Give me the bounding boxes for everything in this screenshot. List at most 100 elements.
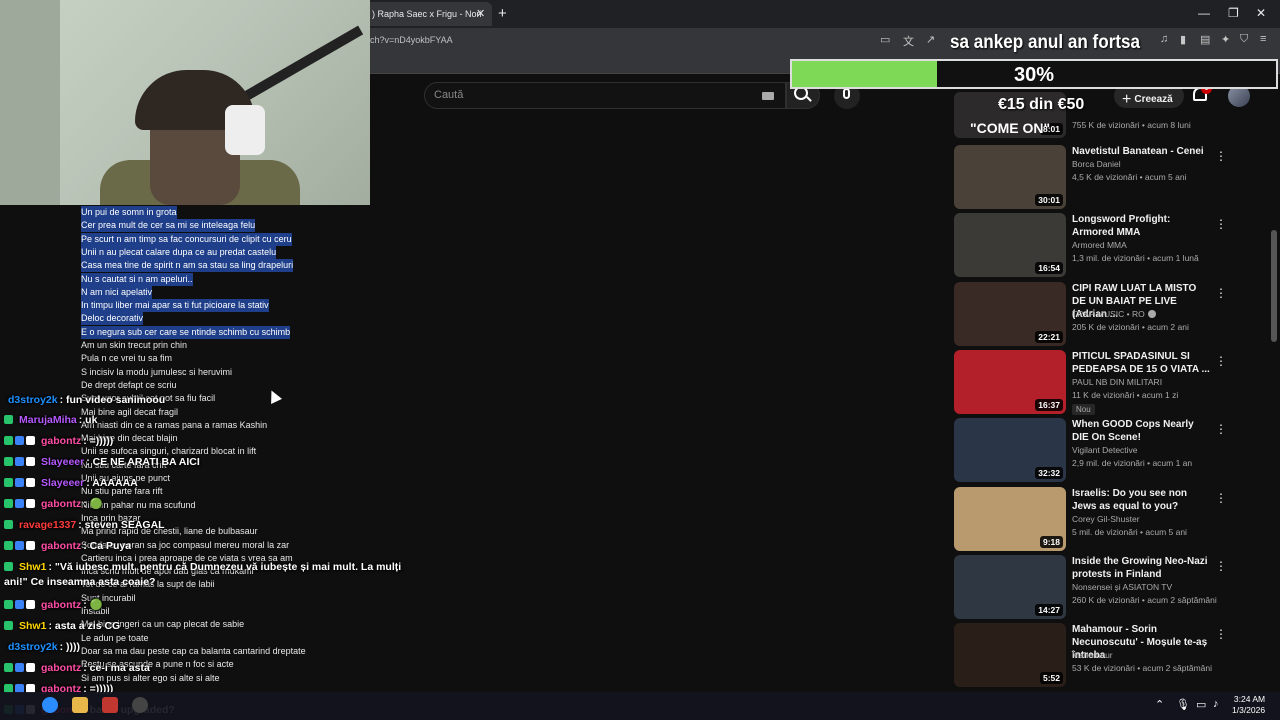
more-options-icon[interactable]: ⋮	[1215, 559, 1227, 573]
video-thumbnail[interactable]: 30:01	[954, 145, 1066, 209]
chrome-icon[interactable]	[42, 697, 58, 713]
chat-username: Slayeeer	[41, 477, 85, 489]
related-video[interactable]: 14:27 Inside the Growing Neo-Nazi protest…	[954, 554, 1270, 619]
video-title[interactable]: Longsword Profight: Armored MMA	[1072, 213, 1210, 239]
video-title[interactable]: Israelis: Do you see non Jews as equal t…	[1072, 487, 1210, 513]
video-title[interactable]: PITICUL SPADASINUL SI PEDEAPSA DE 15 O V…	[1072, 350, 1210, 376]
restore-button[interactable]: ❐	[1228, 6, 1239, 20]
copilot-icon[interactable]: ✦	[1221, 33, 1230, 46]
related-video[interactable]: 5:52 Mahamour - Sorin Necunoscutu' - Moșu…	[954, 623, 1270, 688]
video-thumbnail[interactable]: 16:54	[954, 213, 1066, 278]
related-video[interactable]: 16:54 Longsword Profight: Armored MMA Armo…	[954, 213, 1270, 278]
volume-icon[interactable]: ♪	[1213, 698, 1219, 710]
share-icon[interactable]: ↗	[926, 33, 935, 46]
chat-badges	[4, 518, 15, 532]
chat-username: Slayeeer	[41, 456, 85, 468]
video-duration: 5:52	[1039, 672, 1063, 685]
related-video[interactable]: 16:37 PITICUL SPADASINUL SI PEDEAPSA DE 1…	[954, 349, 1270, 415]
mic-tray-icon[interactable]: 🎙	[1176, 698, 1190, 711]
wallet-icon[interactable]: ▤	[1200, 33, 1210, 46]
more-options-icon[interactable]: ⋮	[1215, 491, 1227, 505]
keyboard-icon[interactable]	[762, 92, 774, 100]
settings-icon[interactable]	[132, 697, 148, 713]
chat-text: : ce-i ma asta	[83, 662, 150, 674]
chat-badges	[4, 497, 37, 511]
video-duration: 32:32	[1035, 467, 1063, 480]
new-tab-button[interactable]: +	[498, 5, 507, 22]
menu-icon[interactable]: ≡	[1260, 33, 1266, 45]
chat-text: : AAAAAA	[86, 477, 138, 489]
tab-close-icon[interactable]: ✕	[476, 7, 485, 20]
chat-username: Shw1	[19, 620, 47, 632]
chat-badge-icon	[4, 478, 13, 487]
related-video[interactable]: 22:21 CIPI RAW LUAT LA MISTO DE UN BAIAT …	[954, 281, 1270, 346]
chat-text: : Ca Puya	[83, 540, 132, 552]
video-channel[interactable]: Vigilant Detective	[1072, 445, 1138, 455]
video-channel[interactable]: TRAP MUSIC • RO	[1072, 309, 1156, 319]
video-thumbnail[interactable]: 5:52	[954, 623, 1066, 688]
chat-badge-icon	[4, 499, 13, 508]
video-thumbnail[interactable]: 16:37	[954, 349, 1066, 414]
chat-message: gabontz: Ca Puya	[4, 539, 131, 553]
video-channel[interactable]: Armored MMA	[1072, 240, 1127, 250]
chat-badges	[4, 598, 37, 612]
video-title[interactable]: Navetistul Banatean - Cenei	[1072, 145, 1210, 158]
tray-chevron-icon[interactable]: ⌃	[1155, 698, 1164, 711]
media-icon[interactable]: ♫	[1160, 33, 1168, 45]
plus-icon: +	[1122, 91, 1132, 108]
video-thumbnail[interactable]: 32:32	[954, 418, 1066, 483]
verified-icon	[1147, 309, 1156, 318]
chat-badges	[4, 413, 15, 427]
related-video[interactable]: 32:32 When GOOD Cops Nearly DIE On Scene!…	[954, 418, 1270, 483]
video-title[interactable]: Inside the Growing Neo-Nazi protests in …	[1072, 555, 1210, 581]
more-options-icon[interactable]: ⋮	[1215, 354, 1227, 368]
video-channel[interactable]: Nonsensei și ASIATON TV	[1072, 582, 1172, 592]
related-video[interactable]: 9:18 Israelis: Do you see non Jews as equ…	[954, 486, 1270, 551]
chat-badge-icon	[15, 478, 24, 487]
taskbar-clock[interactable]: 3:24 AM 1/3/2026	[1232, 694, 1265, 716]
close-window-button[interactable]: ✕	[1256, 6, 1266, 20]
chat-username: gabontz	[41, 599, 82, 611]
goal-title: sa ankep anul an fortsa	[950, 32, 1141, 53]
video-thumbnail[interactable]: 14:27	[954, 554, 1066, 619]
display-tray-icon[interactable]: ▭	[1196, 698, 1206, 711]
shield-icon[interactable]: ⛉	[1240, 33, 1248, 46]
more-options-icon[interactable]: ⋮	[1215, 286, 1227, 300]
folder-icon[interactable]	[72, 697, 88, 713]
translate-icon[interactable]: 文	[903, 33, 914, 49]
sidebar-scrollbar[interactable]	[1271, 230, 1277, 342]
come-on-thumbnail-text: "COME ON"	[970, 120, 1051, 136]
more-options-icon[interactable]: ⋮	[1215, 149, 1227, 163]
search-input[interactable]	[424, 82, 786, 109]
video-thumbnail[interactable]: 22:21	[954, 281, 1066, 346]
browser-tab[interactable]: ) Rapha Saec x Frigu - Nori	[362, 2, 492, 26]
video-channel[interactable]: Mahamour	[1072, 650, 1113, 660]
video-meta: 205 K de vizionări • acum 2 ani	[1072, 321, 1189, 332]
sidebar-icon[interactable]: ▮	[1180, 33, 1186, 46]
chat-badge-icon	[4, 621, 13, 630]
app-icon[interactable]	[102, 697, 118, 713]
lyric-line: E o negura sub cer care se ntinde schimb…	[81, 325, 291, 339]
cast-icon[interactable]: ▭	[880, 33, 890, 46]
more-options-icon[interactable]: ⋮	[1215, 422, 1227, 436]
chat-username: gabontz	[41, 662, 82, 674]
chat-badges	[4, 560, 15, 574]
more-options-icon[interactable]: ⋮	[1215, 217, 1227, 231]
url-text[interactable]: ch?v=nD4yokbFYAA	[370, 35, 453, 45]
video-channel[interactable]: PAUL NB DIN MILITARI	[1072, 377, 1162, 387]
video-channel[interactable]: Borca Daniel	[1072, 159, 1121, 169]
goal-progress-fill	[792, 61, 938, 87]
video-channel[interactable]: Corey Gil-Shuster	[1072, 514, 1140, 524]
chat-message: Slayeeer: CE NE ARATI BA AICI	[4, 455, 200, 469]
chat-username: MarujaMiha	[19, 414, 77, 426]
chat-badge-icon	[4, 415, 13, 424]
minimize-button[interactable]: —	[1198, 6, 1210, 20]
video-thumbnail[interactable]: 9:18	[954, 486, 1066, 551]
create-label: Creează	[1134, 94, 1173, 105]
more-options-icon[interactable]: ⋮	[1215, 627, 1227, 641]
related-video[interactable]: 30:01 Navetistul Banatean - Cenei Borca Da…	[954, 145, 1270, 209]
video-title[interactable]: When GOOD Cops Nearly DIE On Scene!	[1072, 418, 1210, 444]
channel-name: PAUL NB DIN MILITARI	[1072, 376, 1163, 387]
channel-name: Mahamour	[1072, 650, 1113, 661]
chat-message: MarujaMiha: uk	[4, 413, 97, 427]
